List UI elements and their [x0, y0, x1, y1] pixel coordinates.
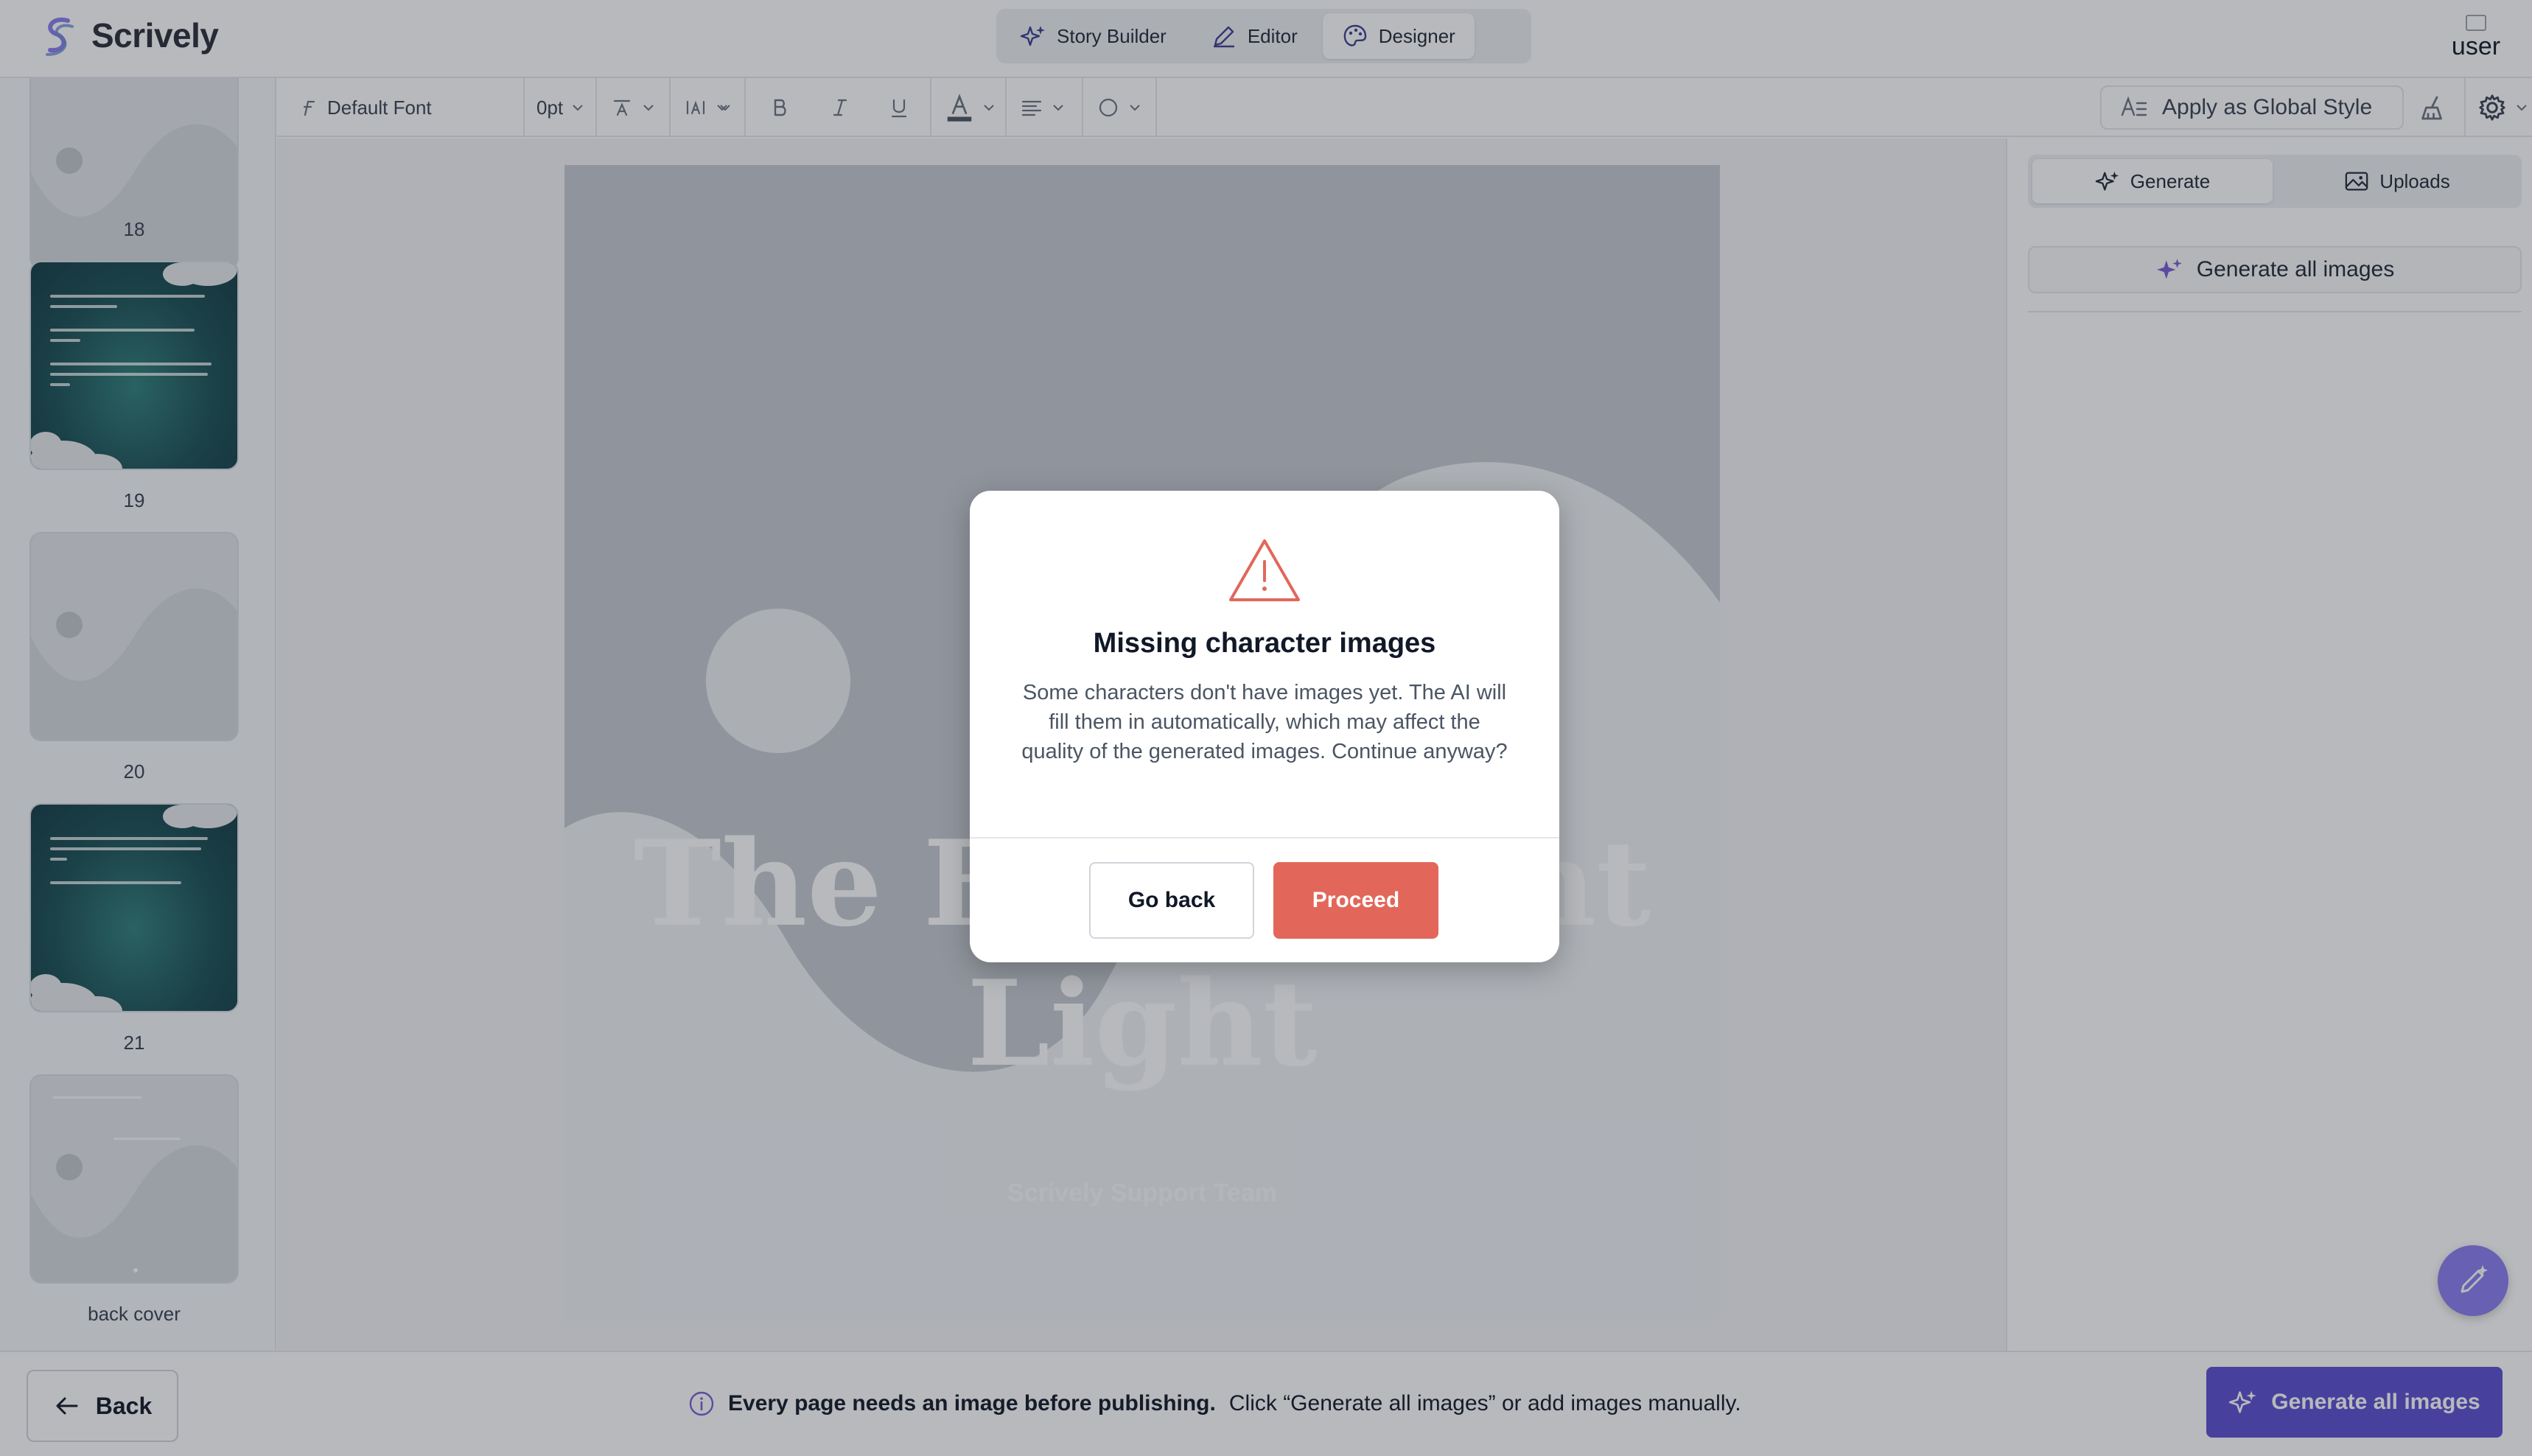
warning-triangle-icon: [1229, 539, 1300, 601]
proceed-button[interactable]: Proceed: [1273, 862, 1438, 939]
missing-images-dialog: Missing character images Some characters…: [970, 491, 1559, 962]
dialog-divider: [970, 837, 1559, 839]
dialog-body: Some characters don't have images yet. T…: [1021, 681, 1508, 763]
dialog-title: Missing character images: [1093, 628, 1436, 659]
go-back-button[interactable]: Go back: [1089, 862, 1254, 939]
